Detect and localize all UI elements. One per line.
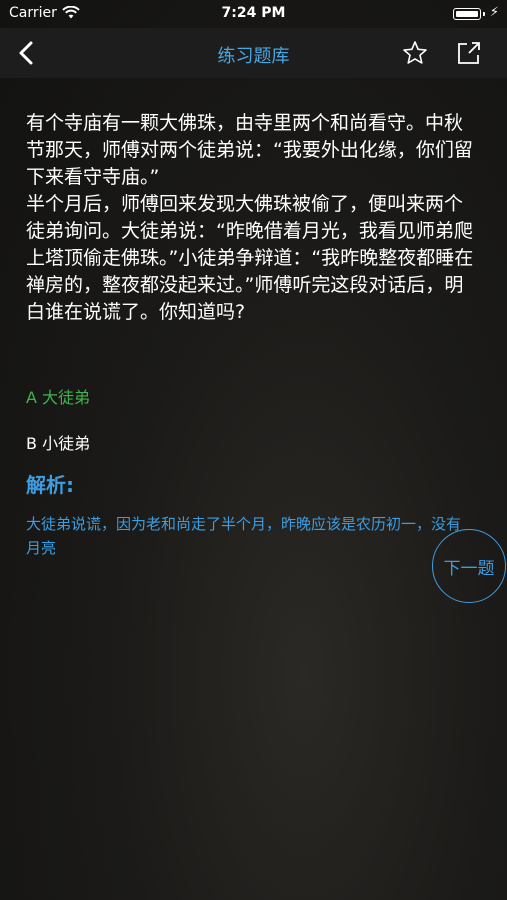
charging-icon: ⚡ (489, 5, 499, 20)
clock: 7:24 PM (221, 5, 286, 21)
next-question-button[interactable]: 下一题 (432, 529, 506, 603)
battery-tip (483, 12, 485, 16)
status-bar: Carrier 7:24 PM ⚡ (0, 0, 507, 28)
page-title: 练习题库 (217, 46, 290, 67)
analysis-heading: 解析: (26, 473, 74, 497)
navigation-bar: 练习题库 (0, 28, 507, 78)
option-b[interactable]: B 小徒弟 (26, 430, 90, 454)
question-text: 有个寺庙有一颗大佛珠，由寺里两个和尚看守。中秋节那天，师傅对两个徒弟说：“我要外… (26, 112, 474, 323)
battery-icon (453, 8, 481, 20)
star-outline-icon[interactable] (402, 40, 428, 66)
share-external-icon[interactable] (456, 40, 482, 66)
option-a[interactable]: A 大徒弟 (26, 384, 90, 408)
analysis-text: 大徒弟说谎，因为老和尚走了半个月，昨晚应该是农历初一，没有月亮 (26, 515, 462, 557)
